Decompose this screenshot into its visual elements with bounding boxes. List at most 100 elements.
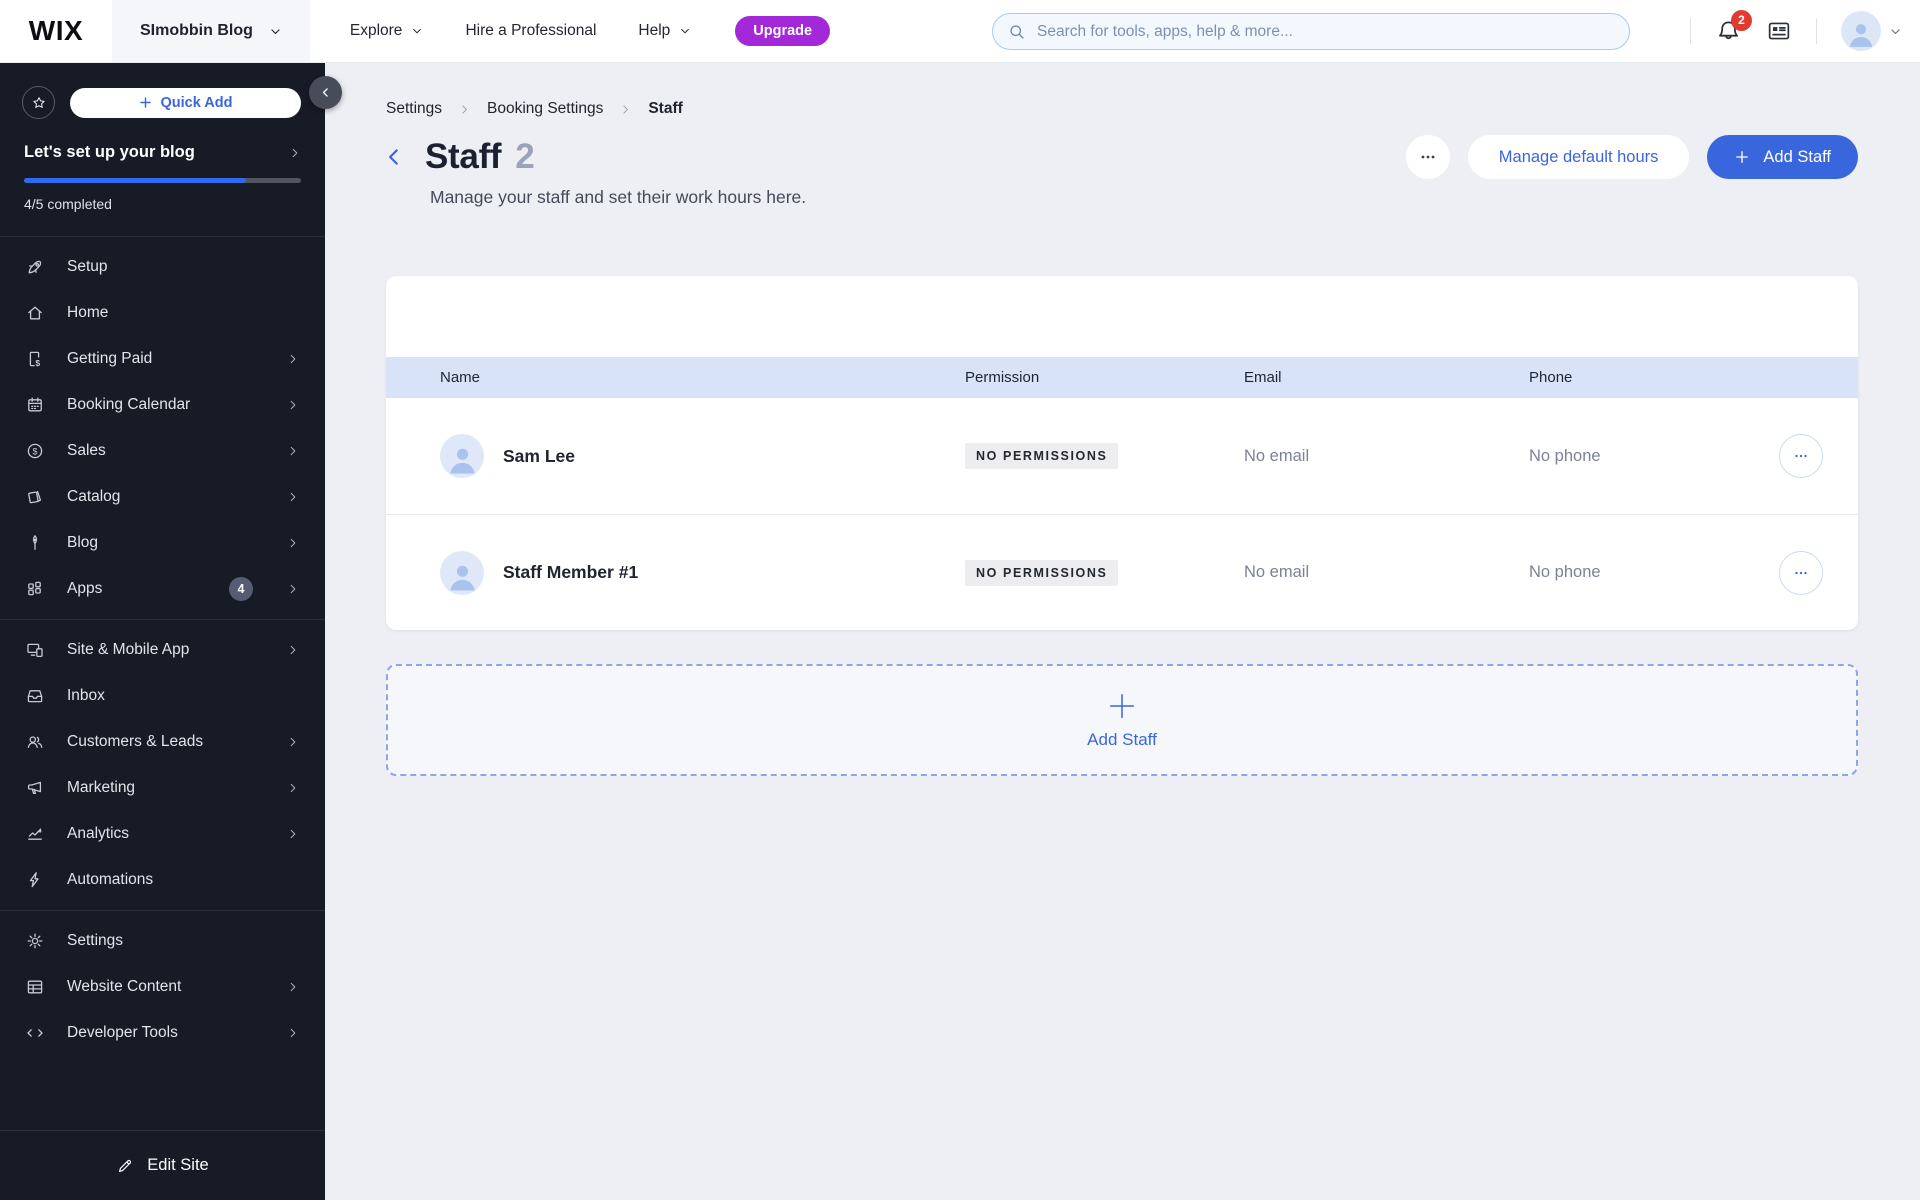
chevron-left-icon	[389, 149, 398, 165]
chevron-right-icon	[290, 645, 296, 655]
page-title: Staff	[425, 137, 502, 176]
sidebar-item-analytics[interactable]: Analytics	[0, 811, 325, 857]
table-icon	[27, 980, 43, 994]
chevron-right-icon	[292, 148, 298, 157]
edit-site-button[interactable]: Edit Site	[0, 1130, 325, 1200]
back-button[interactable]	[383, 144, 409, 170]
setup-progress-link[interactable]: Let's set up your blog	[24, 143, 301, 162]
lightning-bolt-icon	[29, 872, 39, 888]
page-actions: Manage default hours Add Staff	[1405, 135, 1858, 179]
staff-name: Sam Lee	[503, 445, 575, 466]
page-subtitle: Manage your staff and set their work hou…	[430, 187, 807, 207]
staff-table-card: Name Permission Email Phone Sam Lee NO P…	[386, 276, 1858, 630]
search-icon	[1010, 24, 1024, 39]
apps-grid-icon	[28, 581, 41, 596]
notifications-button[interactable]: 2	[1715, 9, 1752, 45]
setup-progress-fill	[24, 178, 246, 183]
avatar	[1841, 11, 1881, 51]
home-icon	[28, 306, 42, 320]
pen-nib-icon	[32, 535, 38, 550]
sidebar-item-website-content[interactable]: Website Content	[0, 964, 325, 1010]
plus-icon	[139, 97, 151, 108]
nav-hire-a-professional[interactable]: Hire a Professional	[465, 22, 596, 40]
megaphone-icon	[27, 781, 42, 795]
table-header: Name Permission Email Phone	[386, 357, 1858, 398]
add-staff-dropzone[interactable]: Add Staff	[386, 664, 1858, 776]
sidebar-item-getting-paid[interactable]: $ Getting Paid	[0, 336, 325, 382]
upgrade-button[interactable]: Upgrade	[735, 16, 831, 46]
person-icon	[449, 448, 475, 474]
sidebar-item-sales[interactable]: $ Sales	[0, 428, 325, 474]
staff-name-cell: Staff Member #1	[440, 550, 965, 595]
apps-count-badge: 4	[229, 577, 253, 601]
staff-phone: No phone	[1529, 563, 1601, 581]
favorites-button[interactable]	[22, 86, 55, 119]
sidebar-item-booking-calendar[interactable]: Booking Calendar	[0, 382, 325, 428]
setup-progress-bar	[24, 178, 301, 183]
table-row[interactable]: Sam Lee NO PERMISSIONS No email No phone	[386, 398, 1858, 514]
chevron-right-icon	[290, 1028, 296, 1038]
column-email: Email	[1244, 369, 1282, 386]
add-staff-label: Add Staff	[1087, 729, 1157, 749]
staff-name: Staff Member #1	[503, 562, 639, 582]
sidebar-item-setup[interactable]: Setup	[0, 244, 325, 290]
breadcrumb-booking-settings[interactable]: Booking Settings	[487, 100, 603, 118]
sidebar-item-developer-tools[interactable]: Developer Tools	[0, 1010, 325, 1056]
account-menu[interactable]	[1841, 11, 1902, 51]
avatar	[440, 550, 484, 595]
notification-badge: 2	[1731, 9, 1752, 31]
sidebar-item-inbox[interactable]: Inbox	[0, 673, 325, 719]
chevron-down-icon	[413, 28, 422, 34]
pencil-icon	[119, 1159, 132, 1172]
more-options-button[interactable]	[1405, 135, 1450, 179]
permission-badge: NO PERMISSIONS	[965, 559, 1119, 586]
sidebar-item-settings[interactable]: Settings	[0, 918, 325, 964]
breadcrumb-staff: Staff	[648, 100, 683, 117]
chevron-right-icon	[290, 492, 296, 502]
manage-default-hours-button[interactable]: Manage default hours	[1467, 135, 1690, 179]
sidebar-item-marketing[interactable]: Marketing	[0, 765, 325, 811]
sidebar-collapse-button[interactable]	[309, 76, 342, 109]
updates-button[interactable]	[1766, 18, 1792, 44]
global-search[interactable]	[992, 13, 1630, 50]
sidebar-item-apps[interactable]: Apps 4	[0, 566, 325, 612]
staff-email: No email	[1244, 563, 1310, 581]
sidebar-nav-group-1: Setup Home $ Getting Paid Booking Calend…	[0, 237, 325, 619]
table-row[interactable]: Staff Member #1 NO PERMISSIONS No email …	[386, 514, 1858, 630]
table-toolbar	[386, 276, 1858, 357]
row-more-options-button[interactable]	[1779, 434, 1823, 478]
add-staff-button[interactable]: Add Staff	[1707, 135, 1858, 179]
sidebar-item-blog[interactable]: Blog	[0, 520, 325, 566]
person-icon	[1849, 24, 1873, 47]
breadcrumb-settings[interactable]: Settings	[386, 100, 442, 118]
chevron-down-icon	[271, 28, 280, 34]
chevron-right-icon	[290, 783, 296, 793]
sidebar-item-site-mobile-app[interactable]: Site & Mobile App	[0, 627, 325, 673]
sidebar-item-automations[interactable]: Automations	[0, 857, 325, 903]
topbar-right: 2	[1690, 0, 1902, 62]
chevron-right-icon	[290, 584, 296, 594]
divider	[1816, 18, 1817, 44]
quick-add-button[interactable]: Quick Add	[70, 87, 301, 118]
site-name: SImobbin Blog	[140, 22, 253, 39]
sidebar-item-catalog[interactable]: Catalog	[0, 474, 325, 520]
chevron-down-icon	[681, 28, 690, 34]
gear-icon	[27, 933, 43, 949]
staff-count: 2	[515, 137, 535, 176]
page-header: Staff 2	[383, 134, 535, 180]
people-icon	[27, 736, 43, 749]
tags-icon	[28, 490, 42, 504]
nav-explore[interactable]: Explore	[350, 22, 424, 40]
search-input[interactable]	[1037, 22, 1614, 41]
permission-badge: NO PERMISSIONS	[965, 443, 1119, 469]
site-menu[interactable]: SImobbin Blog	[112, 0, 310, 62]
nav-help[interactable]: Help	[638, 22, 691, 40]
sidebar-item-home[interactable]: Home	[0, 290, 325, 336]
sidebar-item-customers-leads[interactable]: Customers & Leads	[0, 719, 325, 765]
chevron-right-icon	[462, 104, 467, 114]
chevron-right-icon	[290, 982, 296, 992]
plus-icon	[1110, 693, 1134, 718]
breadcrumb: Settings Booking Settings Staff	[386, 100, 683, 118]
row-more-options-button[interactable]	[1779, 550, 1823, 595]
sidebar-nav-group-3: Settings Website Content Developer Tools	[0, 911, 325, 1063]
